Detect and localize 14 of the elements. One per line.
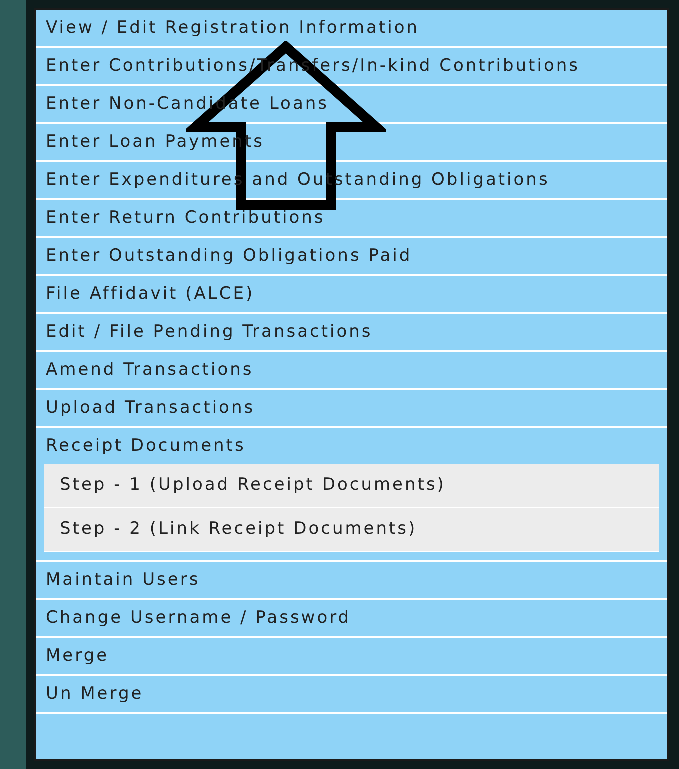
menu-item[interactable]: Receipt Documents: [36, 428, 667, 464]
menu-item[interactable]: File Affidavit (ALCE): [36, 276, 667, 312]
menu-item[interactable]: Merge: [36, 638, 667, 674]
submenu-item[interactable]: Step - 2 (Link Receipt Documents): [44, 508, 659, 552]
menu-item[interactable]: Enter Return Contributions: [36, 200, 667, 236]
menu-item[interactable]: View / Edit Registration Information: [36, 10, 667, 46]
menu-item[interactable]: Edit / File Pending Transactions: [36, 314, 667, 350]
menu-item[interactable]: Amend Transactions: [36, 352, 667, 388]
submenu-item[interactable]: Step - 1 (Upload Receipt Documents): [44, 464, 659, 508]
menu-item[interactable]: Upload Transactions: [36, 390, 667, 426]
menu-item[interactable]: Change Username / Password: [36, 600, 667, 636]
menu-item[interactable]: Enter Outstanding Obligations Paid: [36, 238, 667, 274]
menu-item[interactable]: Maintain Users: [36, 562, 667, 598]
menu-item[interactable]: Un Merge: [36, 676, 667, 712]
